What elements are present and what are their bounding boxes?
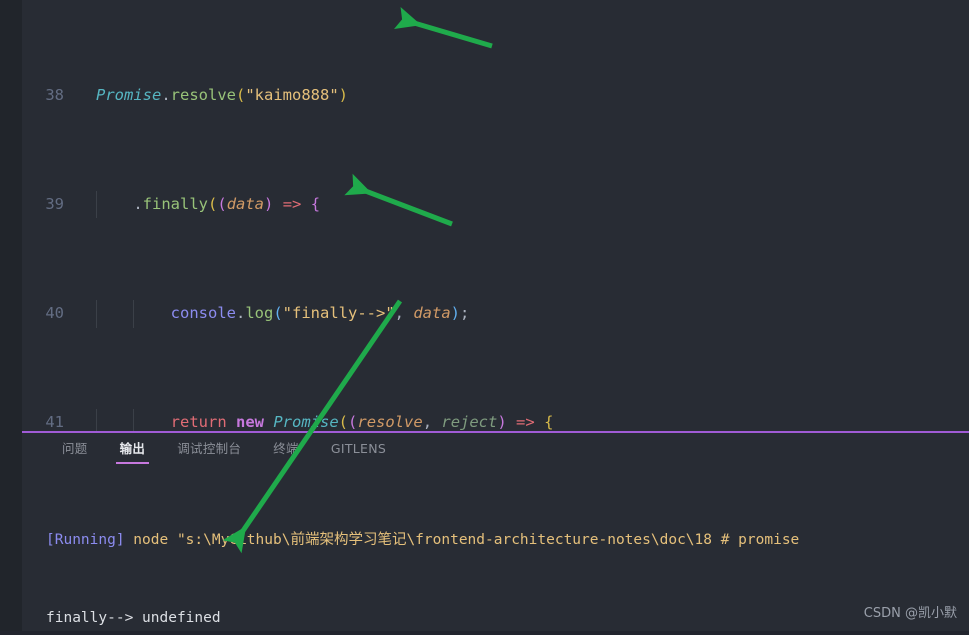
line-content: Promise.resolve("kaimo888") xyxy=(96,85,349,104)
running-command: node "s:\MyGithub\前端架构学习笔记\frontend-arch… xyxy=(124,532,800,548)
line-number: 38 xyxy=(45,85,64,104)
finally-value: undefined xyxy=(142,610,221,626)
tab-output[interactable]: 输出 xyxy=(104,433,162,465)
tab-problems[interactable]: 问题 xyxy=(46,433,104,465)
tab-gitlens[interactable]: GITLENS xyxy=(315,433,402,465)
line-number: 41 xyxy=(45,413,64,431)
line-content: console.log("finally-->", data); xyxy=(84,300,969,328)
output-line-running: [Running] node "s:\MyGithub\前端架构学习笔记\fro… xyxy=(46,527,969,553)
bottom-panel: 问题 输出 调试控制台 终端 GITLENS [Running] node "s… xyxy=(22,433,969,631)
line-content: return new Promise((resolve, reject) => … xyxy=(84,409,969,431)
tab-terminal[interactable]: 终端 xyxy=(257,433,315,465)
running-tag: [Running] xyxy=(46,532,125,548)
editor-left-strip xyxy=(0,0,22,631)
output-line-finally: finally--> undefined xyxy=(46,605,969,631)
code-editor[interactable]: 38 Promise.resolve("kaimo888") 39 .final… xyxy=(22,0,969,431)
line-content: .finally((data) => { xyxy=(84,191,969,219)
code-line[interactable]: 38 Promise.resolve("kaimo888") xyxy=(22,82,969,109)
code-lines: 38 Promise.resolve("kaimo888") 39 .final… xyxy=(22,0,969,431)
vscode-window: 38 Promise.resolve("kaimo888") 39 .final… xyxy=(0,0,969,631)
finally-label: finally--> xyxy=(46,610,143,626)
tab-debug-console[interactable]: 调试控制台 xyxy=(161,433,257,465)
line-number: 39 xyxy=(45,195,64,214)
code-line[interactable]: 40 console.log("finally-->", data); xyxy=(22,300,969,328)
code-line[interactable]: 39 .finally((data) => { xyxy=(22,191,969,219)
line-number: 40 xyxy=(45,304,64,323)
panel-tab-bar: 问题 输出 调试控制台 终端 GITLENS xyxy=(22,433,969,465)
code-line[interactable]: 41 return new Promise((resolve, reject) … xyxy=(22,409,969,431)
csdn-watermark: CSDN @凯小默 xyxy=(863,606,957,621)
panel-resize-divider[interactable] xyxy=(22,431,969,433)
output-console[interactable]: [Running] node "s:\MyGithub\前端架构学习笔记\fro… xyxy=(22,465,969,635)
